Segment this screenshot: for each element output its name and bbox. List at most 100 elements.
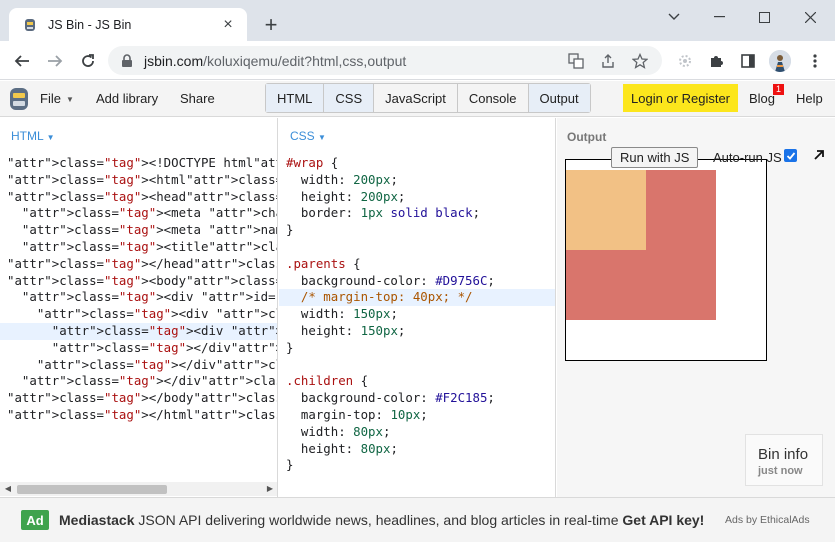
- translate-icon[interactable]: [566, 51, 586, 71]
- omnibox[interactable]: jsbin.com/koluxiqemu/edit?html,css,outpu…: [108, 46, 662, 75]
- html-code-line[interactable]: "attr">class="tag"></html"attr">class="t…: [0, 407, 277, 424]
- minimize-button[interactable]: [697, 6, 741, 28]
- run-with-js-button[interactable]: Run with JS: [611, 147, 699, 168]
- html-code-line[interactable]: "attr">class="tag"><meta "attr">name="vi…: [0, 222, 277, 239]
- reload-button[interactable]: [77, 50, 99, 72]
- css-code-line[interactable]: background-color: #D9756C;: [279, 273, 555, 290]
- html-horizontal-scrollbar[interactable]: ◀ ▶: [0, 482, 277, 496]
- bin-info-card[interactable]: Bin info just now: [745, 434, 823, 486]
- css-code-line[interactable]: height: 150px;: [279, 323, 555, 340]
- file-menu-caret-icon[interactable]: ▼: [66, 95, 74, 104]
- css-code-line[interactable]: /* margin-top: 40px; */: [279, 289, 555, 307]
- html-code-editor[interactable]: "attr">class="tag"><!DOCTYPE html"attr">…: [0, 155, 277, 424]
- bookmark-star-icon[interactable]: [630, 51, 650, 71]
- profile-avatar[interactable]: [769, 50, 791, 72]
- forward-button[interactable]: [44, 50, 66, 72]
- html-code-line[interactable]: "attr">class="tag"><title"attr">class="t…: [0, 239, 277, 256]
- jsbin-toolbar: File ▼ Add library Share HTML CSS JavaSc…: [0, 81, 835, 117]
- html-code-line[interactable]: "attr">class="tag"></div"attr">class="ta…: [0, 357, 277, 374]
- css-code-line[interactable]: background-color: #F2C185;: [279, 390, 555, 407]
- html-code-line[interactable]: "attr">class="tag"><div "attr">class="pa…: [0, 306, 277, 323]
- bin-info-title: Bin info: [758, 446, 809, 463]
- ad-text[interactable]: Mediastack JSON API delivering worldwide…: [59, 512, 704, 528]
- ad-bar: Ad Mediastack JSON API delivering worldw…: [0, 497, 835, 542]
- share-icon[interactable]: [598, 51, 618, 71]
- browser-menu-icon[interactable]: [804, 50, 826, 72]
- login-register-button[interactable]: Login or Register: [623, 84, 738, 112]
- html-panel[interactable]: HTML ▼ "attr">class="tag"><!DOCTYPE html…: [0, 118, 278, 497]
- file-menu[interactable]: File: [40, 91, 61, 106]
- scrollbar-thumb[interactable]: [17, 485, 167, 494]
- wrap-box: [565, 159, 767, 361]
- css-code-line[interactable]: .parents {: [279, 256, 555, 273]
- ad-body[interactable]: JSON API delivering worldwide news, head…: [134, 512, 622, 528]
- css-code-line[interactable]: [279, 239, 555, 256]
- extension-gear-icon[interactable]: [674, 50, 696, 72]
- html-code-line[interactable]: "attr">class="tag"><body"attr">class="ta…: [0, 273, 277, 290]
- add-library-menu[interactable]: Add library: [96, 91, 158, 106]
- ads-by-ethicalads-link[interactable]: Ads by EthicalAds: [725, 514, 810, 526]
- panel-toggle-javascript[interactable]: JavaScript: [374, 84, 458, 112]
- html-code-line[interactable]: "attr">class="tag"><head"attr">class="ta…: [0, 189, 277, 206]
- side-panel-icon[interactable]: [737, 50, 759, 72]
- scroll-left-icon[interactable]: ◀: [3, 484, 13, 494]
- ad-badge: Ad: [21, 510, 49, 530]
- new-tab-button[interactable]: +: [260, 14, 282, 36]
- html-code-line[interactable]: "attr">class="tag"><div "attr">class="ch…: [0, 322, 277, 340]
- panel-toggle-html[interactable]: HTML: [266, 84, 325, 112]
- css-code-line[interactable]: border: 1px solid black;: [279, 205, 555, 222]
- parents-box: [566, 170, 716, 320]
- maximize-button[interactable]: [742, 6, 786, 28]
- autorun-label: Auto-run JS: [713, 150, 782, 165]
- css-code-line[interactable]: }: [279, 457, 555, 474]
- html-panel-label[interactable]: HTML ▼: [11, 129, 55, 143]
- scroll-right-icon[interactable]: ▶: [265, 484, 275, 494]
- url-text: jsbin.com/koluxiqemu/edit?html,css,outpu…: [144, 52, 407, 69]
- css-code-line[interactable]: width: 150px;: [279, 306, 555, 323]
- close-tab-icon[interactable]: ×: [219, 16, 237, 34]
- css-code-line[interactable]: width: 80px;: [279, 424, 555, 441]
- css-code-line[interactable]: width: 200px;: [279, 172, 555, 189]
- css-code-editor[interactable]: #wrap { width: 200px; height: 200px; bor…: [279, 155, 555, 474]
- tab-search-icon[interactable]: [652, 6, 696, 28]
- help-link[interactable]: Help: [796, 91, 823, 106]
- blog-notification-badge: 1: [773, 84, 784, 95]
- panel-toggle-output[interactable]: Output: [528, 84, 590, 112]
- extensions-puzzle-icon[interactable]: [705, 50, 727, 72]
- css-code-line[interactable]: height: 80px;: [279, 441, 555, 458]
- css-code-line[interactable]: }: [279, 340, 555, 357]
- browser-tab[interactable]: JS Bin - JS Bin ×: [9, 8, 247, 41]
- ad-brand[interactable]: Mediastack: [59, 512, 134, 528]
- html-code-line[interactable]: "attr">class="tag"></body"attr">class="t…: [0, 390, 277, 407]
- css-code-line[interactable]: #wrap {: [279, 155, 555, 172]
- css-panel[interactable]: CSS ▼ #wrap { width: 200px; height: 200p…: [279, 118, 556, 497]
- jsbin-favicon-icon: [25, 18, 35, 31]
- html-code-line[interactable]: "attr">class="tag"></div"attr">class="ta…: [0, 373, 277, 390]
- css-code-line[interactable]: margin-top: 10px;: [279, 407, 555, 424]
- css-panel-label[interactable]: CSS ▼: [290, 129, 326, 143]
- css-code-line[interactable]: height: 200px;: [279, 189, 555, 206]
- css-code-line[interactable]: .children {: [279, 373, 555, 390]
- html-code-line[interactable]: "attr">class="tag"><html"attr">class="ta…: [0, 172, 277, 189]
- close-window-button[interactable]: [788, 6, 832, 28]
- open-in-new-window-icon[interactable]: [813, 149, 825, 161]
- back-button[interactable]: [11, 50, 33, 72]
- children-box: [566, 170, 646, 250]
- tab-title: JS Bin - JS Bin: [48, 17, 132, 32]
- share-menu[interactable]: Share: [180, 91, 215, 106]
- panel-toggle-css[interactable]: CSS: [324, 84, 375, 112]
- html-code-line[interactable]: "attr">class="tag"></head"attr">class="t…: [0, 256, 277, 273]
- html-code-line[interactable]: "attr">class="tag"><meta "attr">charset=…: [0, 205, 277, 222]
- panel-toggle-console[interactable]: Console: [458, 84, 529, 112]
- jsbin-logo-icon[interactable]: [9, 86, 29, 112]
- css-code-line[interactable]: [279, 357, 555, 374]
- html-code-line[interactable]: "attr">class="tag"></div"attr">class="ta…: [0, 340, 277, 357]
- ad-cta-link[interactable]: Get API key!: [622, 512, 704, 528]
- css-code-line[interactable]: }: [279, 222, 555, 239]
- autorun-checkbox[interactable]: [784, 149, 797, 162]
- output-panel-label: Output: [567, 130, 607, 144]
- html-code-line[interactable]: "attr">class="tag"><!DOCTYPE html"attr">…: [0, 155, 277, 172]
- blog-link[interactable]: Blog: [749, 91, 775, 106]
- html-code-line[interactable]: "attr">class="tag"><div "attr">id="wrap"…: [0, 289, 277, 306]
- output-panel: Output Run with JS Auto-run JS Bin info …: [557, 118, 835, 497]
